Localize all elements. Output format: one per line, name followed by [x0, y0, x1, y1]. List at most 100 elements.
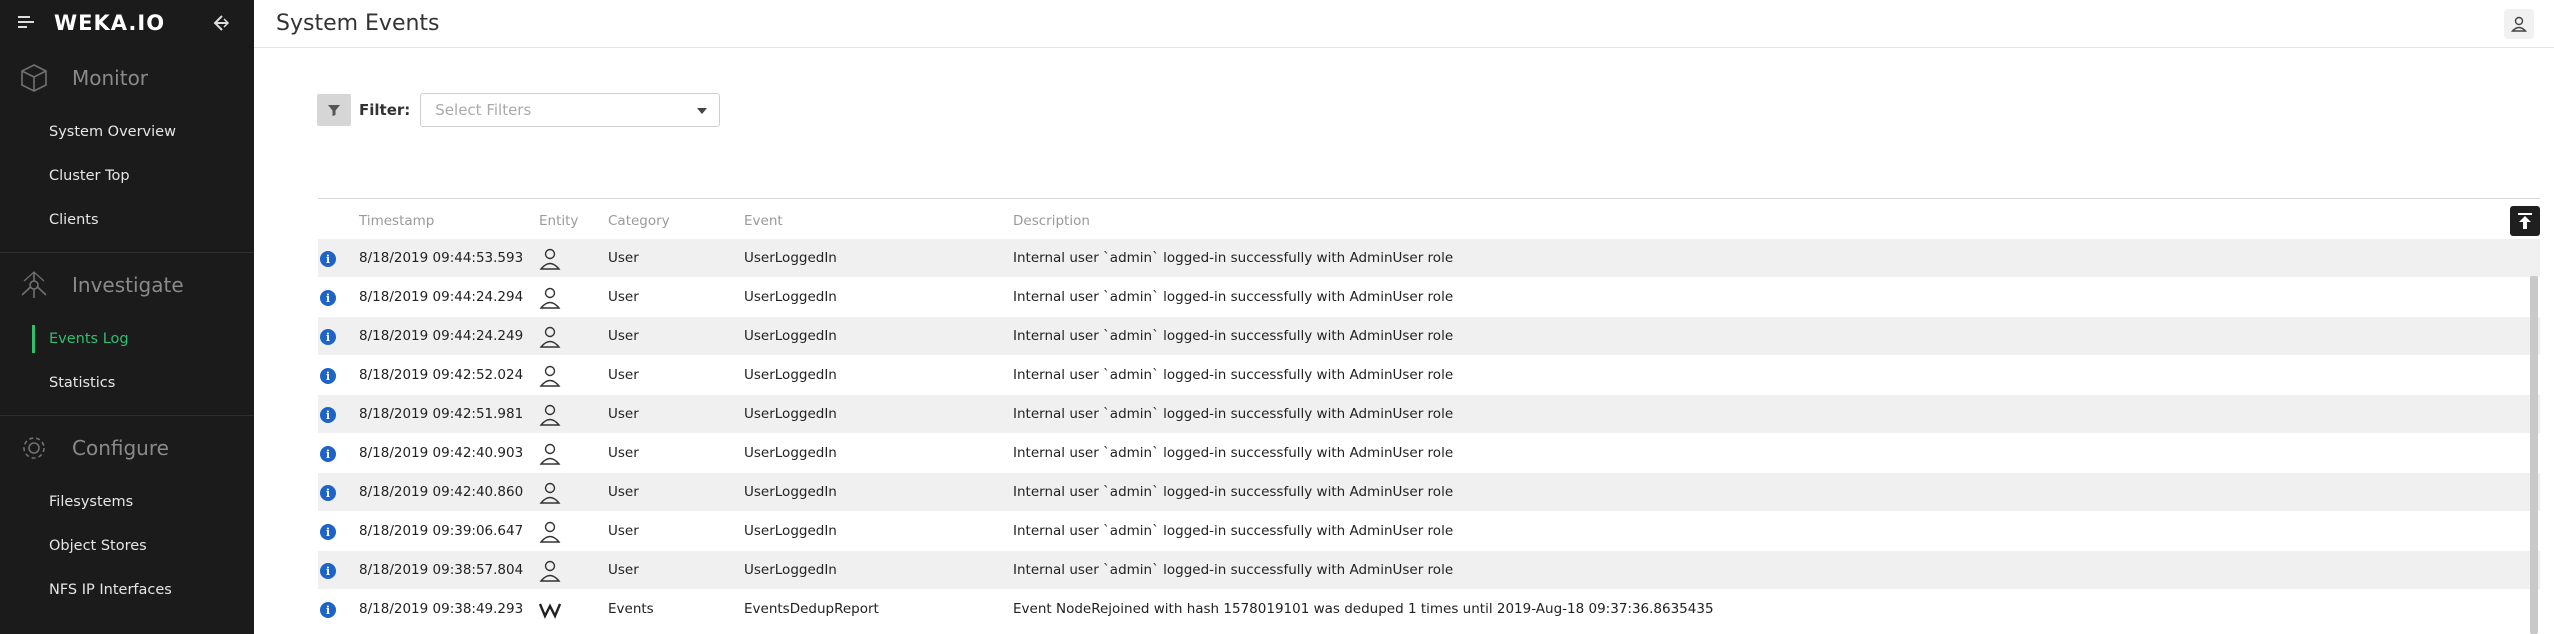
cell-event: UserLoggedIn	[744, 406, 837, 422]
scroll-to-top-button[interactable]	[2510, 206, 2540, 236]
info-icon: i	[320, 368, 336, 384]
user-icon	[539, 325, 561, 349]
cell-category: User	[608, 523, 639, 539]
user-icon	[539, 442, 561, 466]
info-icon: i	[320, 602, 336, 618]
cell-event: UserLoggedIn	[744, 523, 837, 539]
cell-timestamp: 8/18/2019 09:42:51.981	[359, 406, 524, 422]
cell-description: Internal user `admin` logged-in successf…	[1013, 289, 1454, 305]
sidebar-item-filesystems[interactable]: Filesystems	[0, 480, 254, 524]
info-icon: i	[320, 251, 336, 267]
sidebar-item-object-stores[interactable]: Object Stores	[0, 524, 254, 568]
table-row[interactable]: i 8/18/2019 09:44:24.294 User UserLoggedIn I…	[318, 278, 2540, 317]
cell-event: UserLoggedIn	[744, 289, 837, 305]
table-header: Timestamp Entity Category Event Descript…	[318, 198, 2540, 239]
cell-timestamp: 8/18/2019 09:44:53.593	[359, 250, 524, 266]
user-icon	[539, 481, 561, 505]
arrow-up-to-top-icon	[2518, 213, 2532, 229]
weka-logo-icon	[538, 598, 562, 622]
info-icon: i	[320, 485, 336, 501]
page-header: System Events	[254, 0, 2554, 48]
sidebar-section-monitor: Monitor System Overview Cluster Top Clie…	[0, 46, 254, 253]
events-table: Timestamp Entity Category Event Descript…	[318, 198, 2540, 629]
table-row[interactable]: i 8/18/2019 09:44:24.249 User UserLoggedIn I…	[318, 317, 2540, 356]
gear-icon	[23, 437, 45, 459]
cell-category: User	[608, 484, 639, 500]
cell-description: Internal user `admin` logged-in successf…	[1013, 367, 1454, 383]
sidebar-section-configure: Configure Filesystems Object Stores NFS …	[0, 416, 254, 612]
hamburger-menu-icon[interactable]	[18, 16, 34, 30]
sidebar-item-clients[interactable]: Clients	[0, 198, 254, 242]
sidebar-section-label: Configure	[72, 436, 169, 460]
table-scrollbar[interactable]	[2530, 276, 2538, 634]
cell-description: Internal user `admin` logged-in successf…	[1013, 523, 1454, 539]
column-header-entity[interactable]: Entity	[539, 213, 578, 229]
info-icon: i	[320, 407, 336, 423]
info-icon: i	[320, 329, 336, 345]
cell-description: Internal user `admin` logged-in successf…	[1013, 484, 1454, 500]
table-row[interactable]: i 8/18/2019 09:42:40.860 User UserLoggedIn I…	[318, 473, 2540, 512]
user-menu-button[interactable]	[2504, 9, 2534, 39]
sidebar-item-events-log[interactable]: Events Log	[0, 317, 254, 361]
table-row[interactable]: i 8/18/2019 09:44:53.593 User UserLoggedIn I…	[318, 239, 2540, 278]
user-icon	[539, 286, 561, 310]
collapse-sidebar-icon[interactable]	[210, 12, 232, 34]
cell-category: User	[608, 562, 639, 578]
weka-logo: WEKA.IO	[54, 11, 166, 35]
filter-placeholder: Select Filters	[435, 101, 532, 119]
cell-category: User	[608, 289, 639, 305]
cell-event: UserLoggedIn	[744, 445, 837, 461]
table-row[interactable]: i 8/18/2019 09:39:06.647 User UserLoggedIn I…	[318, 512, 2540, 551]
sidebar-section-header[interactable]: Configure	[0, 416, 254, 480]
cell-category: Events	[608, 601, 654, 617]
sidebar-item-cluster-top[interactable]: Cluster Top	[0, 154, 254, 198]
sidebar-item-system-overview[interactable]: System Overview	[0, 110, 254, 154]
sidebar-section-header[interactable]: Investigate	[0, 253, 254, 317]
table-row[interactable]: i 8/18/2019 09:42:52.024 User UserLoggedIn I…	[318, 356, 2540, 395]
sidebar-item-statistics[interactable]: Statistics	[0, 361, 254, 405]
user-icon	[539, 403, 561, 427]
table-row[interactable]: i 8/18/2019 09:38:57.804 User UserLoggedIn I…	[318, 551, 2540, 590]
cell-timestamp: 8/18/2019 09:38:49.293	[359, 601, 524, 617]
cell-event: UserLoggedIn	[744, 367, 837, 383]
table-row[interactable]: i 8/18/2019 09:38:49.293 Events EventsDedup…	[318, 590, 2540, 629]
table-row[interactable]: i 8/18/2019 09:42:51.981 User UserLoggedIn I…	[318, 395, 2540, 434]
cube-icon	[21, 64, 47, 92]
cell-category: User	[608, 328, 639, 344]
filter-toggle-button[interactable]	[317, 94, 351, 126]
sidebar-section-header[interactable]: Monitor	[0, 46, 254, 110]
column-header-event[interactable]: Event	[744, 213, 783, 229]
sidebar-section-label: Monitor	[72, 66, 149, 90]
sidebar: WEKA.IO Monitor System Overview Cluster …	[0, 0, 254, 634]
cell-timestamp: 8/18/2019 09:42:40.860	[359, 484, 524, 500]
cell-description: Internal user `admin` logged-in successf…	[1013, 445, 1454, 461]
column-header-timestamp[interactable]: Timestamp	[359, 213, 434, 229]
table-row[interactable]: i 8/18/2019 09:42:40.903 User UserLoggedIn I…	[318, 434, 2540, 473]
sidebar-top: WEKA.IO	[0, 0, 254, 46]
chevron-down-icon	[697, 108, 708, 114]
user-icon	[2510, 16, 2528, 32]
cell-description: Internal user `admin` logged-in successf…	[1013, 328, 1454, 344]
network-icon	[21, 271, 47, 298]
filter-bar: Filter: Select Filters	[317, 93, 721, 127]
user-icon	[539, 559, 561, 583]
cell-timestamp: 8/18/2019 09:42:40.903	[359, 445, 524, 461]
sidebar-section-investigate: Investigate Events Log Statistics	[0, 253, 254, 416]
sidebar-section-label: Investigate	[72, 273, 184, 297]
cell-description: Event NodeRejoined with hash 1578019101 …	[1013, 601, 1714, 617]
column-header-description[interactable]: Description	[1013, 213, 1090, 229]
cell-event: EventsDedupReport	[744, 601, 879, 617]
filter-select[interactable]: Select Filters	[420, 93, 721, 127]
cell-event: UserLoggedIn	[744, 484, 837, 500]
column-header-category[interactable]: Category	[608, 213, 670, 229]
cell-description: Internal user `admin` logged-in successf…	[1013, 250, 1454, 266]
cell-category: User	[608, 406, 639, 422]
cell-timestamp: 8/18/2019 09:39:06.647	[359, 523, 524, 539]
cell-description: Internal user `admin` logged-in successf…	[1013, 406, 1454, 422]
cell-description: Internal user `admin` logged-in successf…	[1013, 562, 1454, 578]
user-icon	[539, 364, 561, 388]
cell-category: User	[608, 250, 639, 266]
info-icon: i	[320, 290, 336, 306]
filter-label: Filter:	[359, 101, 411, 119]
sidebar-item-nfs-ip-interfaces[interactable]: NFS IP Interfaces	[0, 568, 254, 612]
